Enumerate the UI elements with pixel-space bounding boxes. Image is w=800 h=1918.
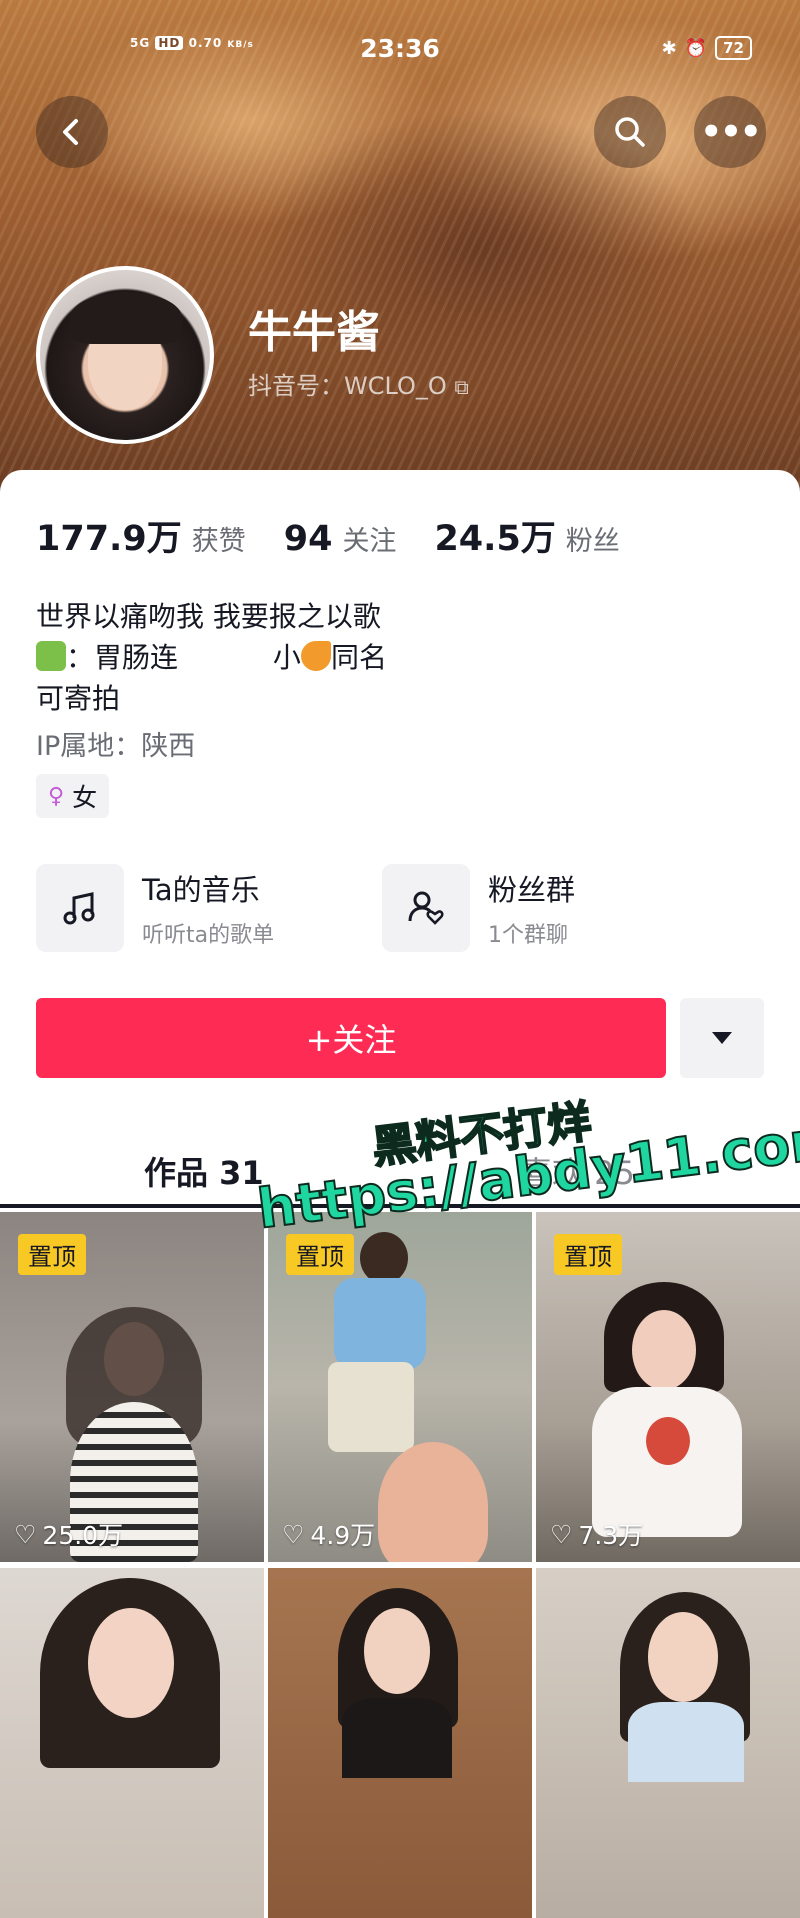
- battery-indicator: 72: [715, 36, 752, 60]
- bio-line: ：胃肠连 小同名: [36, 637, 387, 678]
- likes-count: 177.9万: [36, 519, 182, 559]
- more-dots-icon: •••: [700, 112, 761, 152]
- alarm-icon: ⏰: [684, 37, 708, 59]
- status-icons: ✱ ⏰ 72: [662, 36, 752, 60]
- thumbnail-outfit: [328, 1362, 414, 1452]
- gender-label: 女: [72, 783, 98, 812]
- video-thumbnail[interactable]: 置顶 ♡ 25.0万: [0, 1212, 264, 1562]
- thumbnail-outfit: [334, 1278, 426, 1370]
- follow-button[interactable]: +关注: [36, 998, 666, 1078]
- nickname: 牛牛酱: [248, 307, 380, 358]
- thumbnail-print: [646, 1417, 690, 1465]
- fan-group-subtitle: 1个群聊: [488, 923, 568, 948]
- ip-location: IP属地：陕西: [36, 731, 196, 762]
- clothes-emoji-icon: [36, 641, 66, 671]
- pinned-badge: 置顶: [18, 1234, 86, 1275]
- thumbnail-person: [360, 1232, 408, 1284]
- fan-group-title: 粉丝群: [488, 873, 576, 907]
- video-thumbnail[interactable]: 置顶 ♡ 7.3万: [536, 1212, 800, 1562]
- douyin-id-text: 抖音号：WCLO_O: [248, 372, 447, 400]
- bio-text: ：胃肠连: [66, 641, 179, 674]
- douyin-id[interactable]: 抖音号：WCLO_O ⧉: [248, 366, 469, 401]
- avatar[interactable]: [36, 266, 214, 444]
- like-count: ♡ 7.3万: [550, 1516, 643, 1552]
- search-button[interactable]: [594, 96, 666, 168]
- pinned-badge: 置顶: [286, 1234, 354, 1275]
- thumbnail-person: [364, 1608, 430, 1694]
- heart-icon: ♡: [282, 1519, 305, 1549]
- recommend-dropdown-button[interactable]: [680, 998, 764, 1078]
- followers-count[interactable]: 24.5万: [434, 510, 555, 561]
- music-tile[interactable]: Ta的音乐 听听ta的歌单: [36, 864, 274, 952]
- pinned-badge: 置顶: [554, 1234, 622, 1275]
- following-label[interactable]: 关注: [342, 519, 396, 558]
- video-thumbnail[interactable]: 置顶 ♡ 4.9万: [268, 1212, 532, 1562]
- thumbnail-outfit: [342, 1698, 452, 1778]
- more-button[interactable]: •••: [694, 96, 766, 168]
- fish-emoji-icon: [300, 641, 331, 671]
- video-thumbnail[interactable]: [268, 1568, 532, 1918]
- video-thumbnail[interactable]: [0, 1568, 264, 1918]
- back-button[interactable]: [36, 96, 108, 168]
- video-thumbnail[interactable]: [536, 1568, 800, 1918]
- thumbnail-person: [632, 1310, 696, 1390]
- female-icon: ♀: [48, 783, 65, 809]
- bio-line: 世界以痛吻我 我要报之以歌: [36, 600, 381, 633]
- tab-works[interactable]: 作品 31: [144, 1148, 264, 1194]
- status-bar: 5G HD 0.70 KB/s 23:36 ✱ ⏰ 72: [0, 30, 800, 70]
- thumbnail-person: [648, 1612, 718, 1702]
- heart-icon: ♡: [14, 1519, 37, 1549]
- copy-icon[interactable]: ⧉: [454, 375, 468, 399]
- thumbnail-person: [88, 1608, 174, 1718]
- chevron-left-icon: [63, 119, 78, 145]
- avatar-hair: [70, 292, 182, 344]
- gender-tag: ♀ 女: [36, 774, 110, 818]
- thumbnail-outfit: [628, 1702, 744, 1782]
- thumbnail-hand: [378, 1442, 488, 1562]
- music-note-icon: [36, 864, 124, 952]
- search-icon: [615, 117, 645, 147]
- following-count[interactable]: 94: [284, 519, 333, 559]
- bio-text: 小: [272, 641, 301, 674]
- like-count-value: 4.9万: [310, 1521, 376, 1550]
- bio: 世界以痛吻我 我要报之以歌 ：胃肠连 小同名 可寄拍: [36, 596, 387, 719]
- bluetooth-icon: ✱: [661, 37, 677, 59]
- fan-group-tile[interactable]: 粉丝群 1个群聊: [382, 864, 575, 952]
- like-count: ♡ 25.0万: [14, 1516, 123, 1552]
- music-subtitle: 听听ta的歌单: [142, 923, 275, 948]
- music-title: Ta的音乐: [142, 873, 260, 907]
- profile-stats: 177.9万 获赞 94 关注 24.5万 粉丝: [36, 510, 658, 561]
- like-count: ♡ 4.9万: [282, 1516, 375, 1552]
- bio-line: 可寄拍: [36, 682, 121, 715]
- followers-label[interactable]: 粉丝: [566, 519, 620, 558]
- like-count-value: 25.0万: [42, 1521, 124, 1550]
- caret-down-icon: [712, 1032, 732, 1044]
- bio-text: 同名: [330, 641, 387, 674]
- likes-label: 获赞: [191, 526, 246, 557]
- like-count-value: 7.3万: [578, 1521, 644, 1550]
- fan-group-icon: [382, 864, 470, 952]
- heart-icon: ♡: [550, 1519, 573, 1549]
